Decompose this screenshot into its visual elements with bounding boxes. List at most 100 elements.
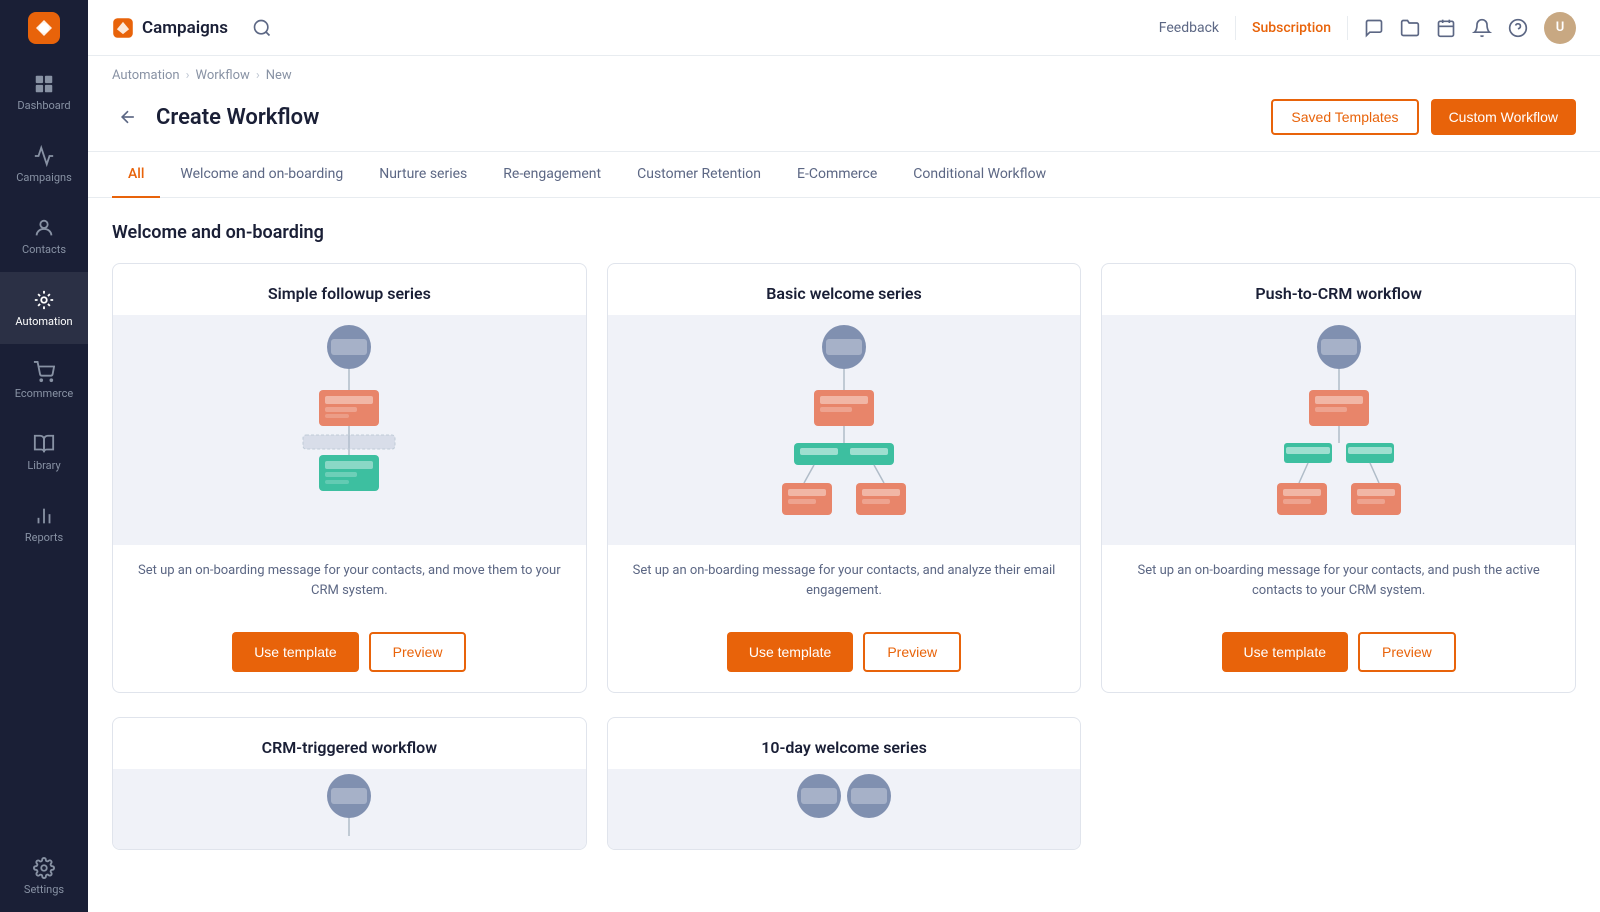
sidebar-item-reports[interactable]: Reports (0, 488, 88, 560)
ecommerce-icon (33, 361, 55, 383)
page-content: Automation › Workflow › New Create Workf… (88, 56, 1600, 912)
contacts-icon (33, 217, 55, 239)
tab-all[interactable]: All (112, 152, 160, 198)
cards-grid: Simple followup series (112, 263, 1576, 693)
tab-reengagement[interactable]: Re-engagement (487, 152, 617, 198)
diagram-2 (774, 325, 914, 535)
sidebar-item-contacts-label: Contacts (22, 243, 66, 256)
calendar-icon[interactable] (1436, 18, 1456, 38)
page-header: Create Workflow Saved Templates Custom W… (88, 95, 1600, 152)
topbar-divider2 (1347, 16, 1348, 40)
feedback-link[interactable]: Feedback (1159, 20, 1219, 36)
card-diagram-3 (1102, 315, 1575, 545)
search-icon (252, 18, 272, 38)
card-actions-3: Use template Preview (1102, 632, 1575, 692)
preview-button-2[interactable]: Preview (863, 632, 961, 672)
card-description-1: Set up an on-boarding message for your c… (133, 561, 566, 600)
custom-workflow-button[interactable]: Custom Workflow (1431, 99, 1576, 135)
campaigns-icon (33, 145, 55, 167)
app-logo[interactable] (0, 0, 88, 56)
sidebar-item-library[interactable]: Library (0, 416, 88, 488)
workflow-section: Welcome and on-boarding Simple followup … (88, 198, 1600, 874)
breadcrumb-sep2: › (256, 68, 260, 83)
search-button[interactable] (244, 10, 280, 46)
use-template-button-1[interactable]: Use template (232, 632, 358, 672)
diagram-1 (289, 325, 409, 535)
saved-templates-button[interactable]: Saved Templates (1271, 99, 1418, 135)
help-icon[interactable] (1508, 18, 1528, 38)
app-name-label: Campaigns (142, 18, 228, 38)
bell-icon[interactable] (1472, 18, 1492, 38)
diagram-4 (309, 774, 389, 844)
sidebar-item-ecommerce[interactable]: Ecommerce (0, 344, 88, 416)
card-basic-welcome: Basic welcome series (607, 263, 1082, 693)
tab-welcome[interactable]: Welcome and on-boarding (164, 152, 359, 198)
card-actions-1: Use template Preview (113, 632, 586, 692)
subscription-link[interactable]: Subscription (1252, 20, 1331, 36)
topbar-icons (1364, 18, 1528, 38)
reports-icon (33, 505, 55, 527)
back-arrow-icon (118, 107, 138, 127)
sidebar-item-dashboard-label: Dashboard (17, 99, 70, 112)
card-diagram-5 (608, 769, 1081, 849)
partial-cards-grid: CRM-triggered workflow 10-day welcome se… (112, 717, 1576, 850)
card-diagram-1 (113, 315, 586, 545)
sidebar-item-ecommerce-label: Ecommerce (15, 387, 74, 400)
breadcrumb-automation[interactable]: Automation (112, 68, 180, 83)
card-title-3: Push-to-CRM workflow (1102, 264, 1575, 315)
card-body-3: Set up an on-boarding message for your c… (1102, 545, 1575, 632)
card-crm-triggered: CRM-triggered workflow (112, 717, 587, 850)
tab-ecommerce[interactable]: E-Commerce (781, 152, 893, 198)
use-template-button-2[interactable]: Use template (727, 632, 853, 672)
sidebar-item-settings[interactable]: Settings (0, 840, 88, 912)
sidebar-item-library-label: Library (27, 459, 60, 472)
card-diagram-4 (113, 769, 586, 849)
card-push-to-crm: Push-to-CRM workflow (1101, 263, 1576, 693)
folder-icon[interactable] (1400, 18, 1420, 38)
automation-icon (33, 289, 55, 311)
sidebar-item-campaigns[interactable]: Campaigns (0, 128, 88, 200)
card-body-1: Set up an on-boarding message for your c… (113, 545, 586, 632)
back-button[interactable] (112, 101, 144, 133)
card-body-2: Set up an on-boarding message for your c… (608, 545, 1081, 632)
filter-tabs: All Welcome and on-boarding Nurture seri… (88, 152, 1600, 198)
page-header-left: Create Workflow (112, 101, 319, 133)
messages-icon[interactable] (1364, 18, 1384, 38)
breadcrumb: Automation › Workflow › New (88, 56, 1600, 95)
card-description-2: Set up an on-boarding message for your c… (628, 561, 1061, 600)
card-diagram-2 (608, 315, 1081, 545)
app-logo-small (112, 17, 134, 39)
tab-retention[interactable]: Customer Retention (621, 152, 777, 198)
breadcrumb-workflow[interactable]: Workflow (196, 68, 250, 83)
settings-icon (33, 857, 55, 879)
topbar: Campaigns Feedback Subscription (88, 0, 1600, 56)
sidebar-item-dashboard[interactable]: Dashboard (0, 56, 88, 128)
preview-button-3[interactable]: Preview (1358, 632, 1456, 672)
sidebar-item-contacts[interactable]: Contacts (0, 200, 88, 272)
app-title: Campaigns (112, 17, 228, 39)
breadcrumb-current: New (266, 68, 292, 83)
sidebar-item-automation-label: Automation (15, 315, 72, 328)
card-title-5: 10-day welcome series (608, 718, 1081, 769)
section-title: Welcome and on-boarding (112, 222, 1576, 243)
card-simple-followup: Simple followup series (112, 263, 587, 693)
sidebar-item-reports-label: Reports (25, 531, 63, 544)
preview-button-1[interactable]: Preview (369, 632, 467, 672)
sidebar-item-campaigns-label: Campaigns (16, 171, 72, 184)
tab-conditional[interactable]: Conditional Workflow (897, 152, 1062, 198)
card-title-4: CRM-triggered workflow (113, 718, 586, 769)
breadcrumb-sep1: › (186, 68, 190, 83)
sidebar-bottom: Settings (0, 840, 88, 912)
dashboard-icon (33, 73, 55, 95)
page-title: Create Workflow (156, 105, 319, 130)
sidebar-item-automation[interactable]: Automation (0, 272, 88, 344)
card-description-3: Set up an on-boarding message for your c… (1122, 561, 1555, 600)
card-title-1: Simple followup series (113, 264, 586, 315)
topbar-divider (1235, 16, 1236, 40)
diagram-3 (1269, 325, 1409, 535)
card-actions-2: Use template Preview (608, 632, 1081, 692)
user-avatar[interactable]: U (1544, 12, 1576, 44)
tab-nurture[interactable]: Nurture series (363, 152, 483, 198)
use-template-button-3[interactable]: Use template (1222, 632, 1348, 672)
main-content: Campaigns Feedback Subscription (88, 0, 1600, 912)
